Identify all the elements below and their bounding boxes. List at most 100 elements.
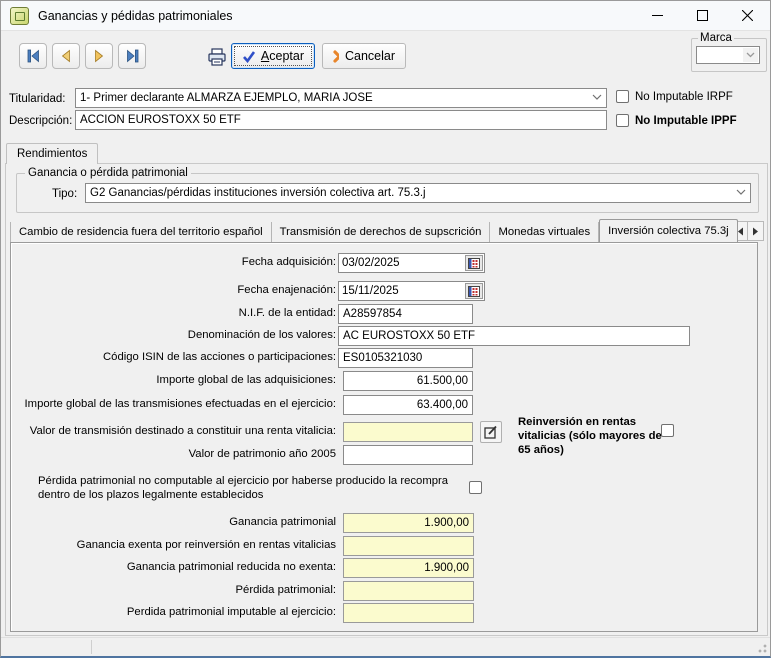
reinversion-checkbox[interactable] (661, 424, 674, 437)
descripcion-field[interactable] (75, 110, 607, 130)
last-record-icon (125, 49, 140, 63)
calendar-button[interactable] (465, 283, 483, 299)
inversion-colectiva-panel: Fecha adquisición: Fecha enajenación: (10, 242, 758, 632)
tipo-value: G2 Ganancias/pérdidas instituciones inve… (90, 187, 426, 199)
first-record-button[interactable] (19, 43, 47, 69)
chevron-down-icon (736, 187, 746, 199)
tab-inversion-colectiva[interactable]: Inversión colectiva 75.3j (599, 219, 738, 242)
accept-check-icon (242, 50, 255, 63)
marca-select[interactable] (696, 46, 760, 64)
valor-patrimonio-2005-label: Valor de patrimonio año 2005 (189, 448, 336, 460)
accept-button[interactable]: Aceptar (231, 43, 315, 69)
ganancia-exenta-label: Ganancia exenta por reinversión en renta… (77, 539, 336, 551)
rendimientos-tab-page: Ganancia o pérdida patrimonial Tipo: G2 … (5, 163, 768, 636)
cancel-button[interactable]: Cancelar (322, 43, 406, 69)
fecha-enajenacion-field (338, 281, 485, 301)
nif-field[interactable] (338, 304, 473, 324)
tipo-select[interactable]: G2 Ganancias/pérdidas instituciones inve… (85, 183, 751, 203)
no-imputable-ippf-checkbox[interactable] (616, 114, 629, 127)
importe-adquisiciones-field[interactable] (343, 371, 473, 391)
close-button[interactable] (725, 1, 770, 31)
fecha-enajenacion-input[interactable] (339, 285, 465, 297)
no-imputable-irpf-row: No Imputable IRPF (616, 90, 733, 103)
print-button[interactable] (204, 45, 230, 69)
valor-renta-vitalicia-field[interactable] (343, 422, 473, 442)
toolbar: Aceptar Cancelar Marca (1, 32, 770, 78)
calendar-button[interactable] (465, 255, 483, 271)
no-imputable-ippf-row: No Imputable IPPF (616, 114, 737, 127)
calendar-icon (468, 286, 480, 297)
ganancia-reducida-label: Ganancia patrimonial reducida no exenta: (127, 561, 336, 573)
first-record-icon (26, 49, 41, 63)
close-icon (742, 10, 753, 21)
resize-grip[interactable] (755, 641, 767, 653)
fecha-adquisicion-label: Fecha adquisición: (242, 256, 336, 268)
ganancia-patrimonial-label: Ganancia patrimonial (229, 516, 336, 528)
titularidad-value: 1- Primer declarante ALMARZA EJEMPLO, MA… (80, 92, 373, 104)
previous-record-icon (59, 49, 73, 63)
valor-renta-vitalicia-label: Valor de transmisión destinado a constit… (30, 425, 336, 437)
next-record-button[interactable] (85, 43, 113, 69)
marca-group: Marca (691, 32, 767, 72)
next-record-icon (92, 49, 106, 63)
fecha-enajenacion-label: Fecha enajenación: (237, 284, 336, 296)
cancel-x-icon (333, 50, 339, 63)
inner-tab-strip: Cambio de residencia fuera del territori… (10, 219, 733, 242)
app-icon (10, 7, 29, 25)
maximize-icon (697, 10, 708, 21)
last-record-button[interactable] (118, 43, 146, 69)
ganancia-exenta-field[interactable] (343, 536, 474, 556)
cancel-button-label: Cancelar (345, 49, 395, 63)
previous-record-button[interactable] (52, 43, 80, 69)
calendar-icon (468, 258, 480, 269)
title-bar: Ganancias y pédidas patrimoniales (1, 1, 770, 31)
tab-cambio-residencia[interactable]: Cambio de residencia fuera del territori… (10, 222, 272, 242)
importe-adquisiciones-label: Importe global de las adquisiciones: (156, 374, 336, 386)
ganancia-patrimonial-field[interactable] (343, 513, 474, 533)
dialog-window: Ganancias y pédidas patrimoniales (0, 0, 771, 658)
valor-patrimonio-2005-field[interactable] (343, 445, 473, 465)
no-imputable-irpf-label: No Imputable IRPF (635, 91, 733, 103)
perdida-no-computable-checkbox[interactable] (469, 481, 482, 494)
tab-scroll-right-button[interactable] (748, 221, 764, 241)
ganancia-group-title: Ganancia o pérdida patrimonial (25, 167, 191, 179)
maximize-button[interactable] (680, 1, 725, 31)
fecha-adquisicion-input[interactable] (339, 257, 465, 269)
titularidad-select[interactable]: 1- Primer declarante ALMARZA EJEMPLO, MA… (75, 88, 607, 108)
denominacion-label: Denominación de los valores: (188, 329, 336, 341)
minimize-icon (652, 10, 663, 21)
tab-monedas-virtuales[interactable]: Monedas virtuales (490, 222, 599, 242)
titularidad-label: Titularidad: (9, 93, 65, 105)
no-imputable-irpf-checkbox[interactable] (616, 90, 629, 103)
isin-field[interactable] (338, 348, 473, 368)
window-controls (635, 1, 770, 31)
perdida-patrimonial-field[interactable] (343, 581, 474, 601)
ganancia-group: Ganancia o pérdida patrimonial Tipo: G2 … (16, 167, 759, 213)
isin-label: Código ISIN de las acciones o participac… (103, 351, 336, 363)
chevron-down-icon (592, 92, 602, 104)
status-bar (1, 637, 770, 656)
descripcion-label: Descripción: (9, 115, 72, 127)
tab-rendimientos[interactable]: Rendimientos (6, 143, 98, 164)
edit-renta-vitalicia-button[interactable] (480, 421, 502, 443)
nif-label: N.I.F. de la entidad: (239, 307, 336, 319)
perdida-imputable-field[interactable] (343, 603, 474, 623)
minimize-button[interactable] (635, 1, 680, 31)
importe-transmisiones-label: Importe global de las transmisiones efec… (25, 398, 336, 410)
ganancia-reducida-field[interactable] (343, 558, 474, 578)
importe-transmisiones-field[interactable] (343, 395, 473, 415)
chevron-down-icon (743, 48, 758, 62)
denominacion-field[interactable] (338, 326, 690, 346)
tipo-label: Tipo: (52, 188, 77, 200)
pencil-icon (484, 425, 498, 439)
marca-label: Marca (698, 32, 734, 44)
tab-transmision-derechos[interactable]: Transmisión de derechos de supscrición (272, 222, 491, 242)
accept-button-label: Aceptar (261, 49, 304, 63)
fecha-adquisicion-field (338, 253, 485, 273)
print-icon (207, 48, 227, 66)
arrow-right-icon (752, 227, 759, 236)
perdida-no-computable-note: Pérdida patrimonial no computable al eje… (38, 474, 466, 502)
window-title: Ganancias y pédidas patrimoniales (38, 9, 233, 23)
no-imputable-ippf-label: No Imputable IPPF (635, 115, 737, 127)
status-bar-divider (91, 640, 92, 654)
